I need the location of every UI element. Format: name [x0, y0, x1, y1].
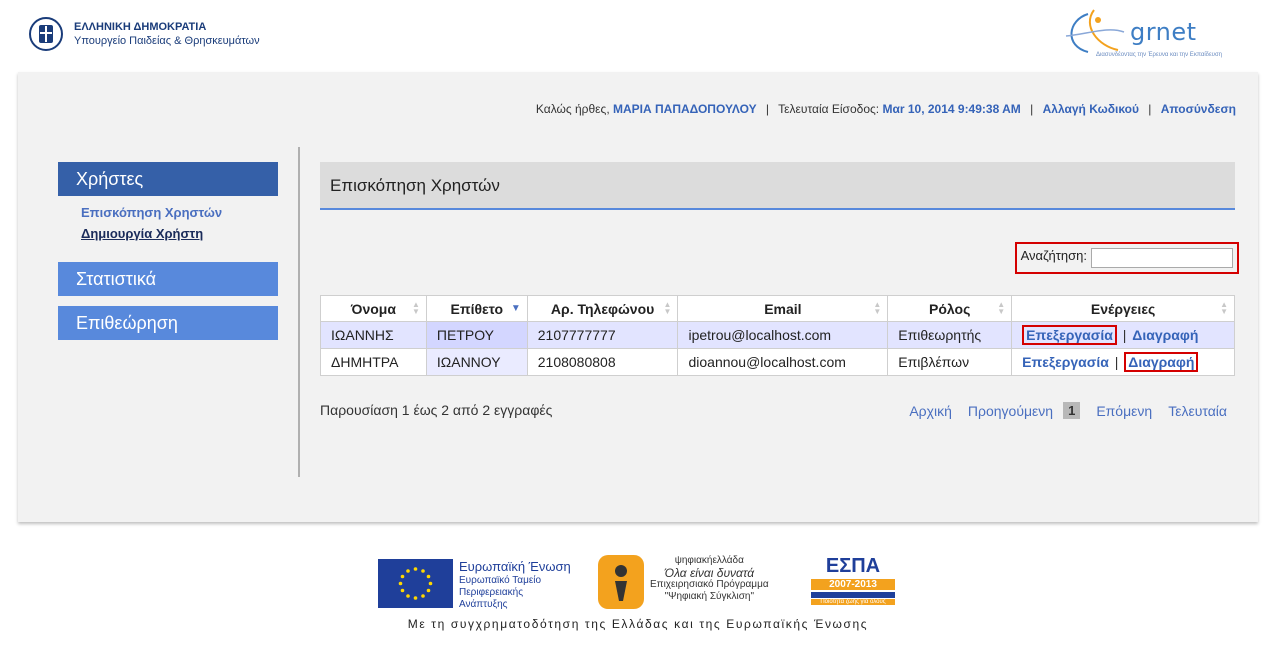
- sidebar-item-users-create[interactable]: Δημιουργία Χρήστη: [81, 223, 278, 244]
- column-header-email[interactable]: Email ▲ ▼: [677, 295, 889, 322]
- pagination-last[interactable]: Τελευταία: [1168, 403, 1227, 419]
- column-header-actions[interactable]: Ενέργειες ▲ ▼: [1011, 295, 1235, 322]
- digital-greece-program: Επιχειρησιακό Πρόγραμμα: [650, 579, 769, 590]
- page-title: Επισκόπηση Χρηστών: [320, 162, 1235, 210]
- grnet-tagline: Διασυνδέοντας την Έρευνα και την Εκπαίδε…: [1096, 52, 1223, 58]
- users-table: Όνομα ▲ ▼ Επίθετο ▼ Αρ. Τηλεφώνου ▲ ▼ Email ▲ ▼…: [320, 295, 1235, 376]
- funding-caption: Με τη συγχρηματοδότηση της Ελλάδας και τ…: [407, 617, 869, 631]
- column-header-phone[interactable]: Αρ. Τηλεφώνου ▲ ▼: [526, 295, 679, 322]
- eu-fund-line: Περιφερειακής: [459, 587, 524, 598]
- delete-link[interactable]: Διαγραφή: [1124, 352, 1199, 372]
- cell-first-name: ΔΗΜΗΤΡΑ: [320, 348, 427, 376]
- top-header: ΕΛΛΗΝΙΚΗ ΔΗΜΟΚΡΑΤΙΑ Υπουργείο Παιδείας &…: [0, 0, 1274, 72]
- cell-actions: Επεξεργασία | Διαγραφή: [1011, 321, 1235, 349]
- eu-logo: Ευρωπαϊκή Ένωση Ευρωπαϊκό Ταμείο Περιφερ…: [378, 559, 571, 611]
- search-label: Αναζήτηση:: [1020, 248, 1087, 263]
- pagination-previous[interactable]: Προηγούμενη: [968, 403, 1053, 419]
- separator: |: [1030, 102, 1034, 116]
- action-separator: |: [1114, 354, 1119, 370]
- grnet-wordmark: grnet: [1130, 18, 1197, 46]
- column-header-name[interactable]: Όνομα ▲ ▼: [320, 295, 427, 322]
- sidebar-item-users[interactable]: Χρήστες: [58, 162, 278, 196]
- funding-footer: Ευρωπαϊκή Ένωση Ευρωπαϊκό Ταμείο Περιφερ…: [378, 555, 898, 635]
- pagination-current-page[interactable]: 1: [1063, 402, 1081, 419]
- sidebar-submenu-users: Επισκόπηση Χρηστών Δημιουργία Χρήστη: [58, 196, 278, 252]
- cell-last-name: ΙΩΑΝΝΟΥ: [425, 348, 528, 376]
- digital-greece-icon: [598, 555, 644, 609]
- edit-link[interactable]: Επεξεργασία: [1022, 354, 1109, 370]
- eu-title: Ευρωπαϊκή Ένωση: [459, 559, 571, 574]
- cell-email: ipetrou@localhost.com: [677, 321, 889, 349]
- sidebar-item-users-overview[interactable]: Επισκόπηση Χρηστών: [81, 202, 278, 223]
- espa-years: 2007-2013: [811, 579, 895, 590]
- change-password-link[interactable]: Αλλαγή Κωδικού: [1043, 102, 1139, 116]
- cell-phone: 2108080808: [526, 348, 679, 376]
- pagination: Αρχική Προηγούμενη 1 Επόμενη Τελευταία: [893, 402, 1227, 419]
- digital-greece-program: "Ψηφιακή Σύγκλιση": [664, 591, 755, 602]
- eu-fund-line: Ανάπτυξης: [459, 599, 508, 610]
- cell-phone: 2107777777: [526, 321, 679, 349]
- separator: |: [765, 102, 770, 116]
- search-input[interactable]: [1091, 248, 1233, 268]
- user-name: ΜΑΡΙΑ ΠΑΠΑΔΟΠΟΥΛΟΥ: [613, 102, 757, 116]
- sort-icon: ▲ ▼: [663, 300, 672, 316]
- main-panel: Καλώς ήρθες, ΜΑΡΙΑ ΠΑΠΑΔΟΠΟΥΛΟΥ | Τελευτ…: [18, 72, 1258, 522]
- pagination-next[interactable]: Επόμενη: [1096, 403, 1152, 419]
- user-bar: Καλώς ήρθες, ΜΑΡΙΑ ΠΑΠΑΔΟΠΟΥΛΟΥ | Τελευτ…: [536, 102, 1236, 116]
- ministry-country: ΕΛΛΗΝΙΚΗ ΔΗΜΟΚΡΑΤΙΑ: [74, 21, 207, 33]
- column-header-surname[interactable]: Επίθετο ▼: [425, 295, 528, 322]
- cell-role: Επιθεωρητής: [887, 321, 1013, 349]
- table-row: ΙΩΑΝΝΗΣ ΠΕΤΡΟΥ 2107777777 ipetrou@localh…: [320, 321, 1235, 349]
- sort-icon: ▲ ▼: [997, 300, 1006, 316]
- greek-emblem-icon: [29, 17, 63, 51]
- sort-icon: ▲ ▼: [873, 300, 882, 316]
- delete-link[interactable]: Διαγραφή: [1132, 327, 1198, 343]
- eu-flag-icon: [378, 559, 453, 608]
- vertical-divider: [298, 147, 300, 477]
- cell-email: dioannou@localhost.com: [677, 348, 889, 376]
- sort-icon: ▲ ▼: [1220, 300, 1228, 316]
- cell-first-name: ΙΩΑΝΝΗΣ: [320, 321, 427, 349]
- ministry-logo: ΕΛΛΗΝΙΚΗ ΔΗΜΟΚΡΑΤΙΑ Υπουργείο Παιδείας &…: [28, 16, 260, 52]
- ministry-name: Υπουργείο Παιδείας & Θρησκευμάτων: [74, 35, 260, 47]
- table-info: Παρουσίαση 1 έως 2 από 2 εγγραφές: [320, 402, 553, 418]
- sidebar: Χρήστες Επισκόπηση Χρηστών Δημιουργία Χρ…: [58, 162, 278, 340]
- cell-last-name: ΠΕΤΡΟΥ: [425, 321, 528, 349]
- sort-icon: ▲ ▼: [411, 300, 420, 316]
- digital-greece-slogan: Όλα είναι δυνατά: [664, 566, 755, 580]
- action-separator: |: [1122, 327, 1127, 343]
- cell-role: Επιβλέπων: [887, 348, 1013, 376]
- espa-logo: ΕΣΠΑ 2007-2013 Ποιότητα ζωής για όλους: [811, 555, 895, 609]
- table-header-row: Όνομα ▲ ▼ Επίθετο ▼ Αρ. Τηλεφώνου ▲ ▼ Email ▲ ▼…: [320, 295, 1235, 322]
- welcome-text: Καλώς ήρθες,: [535, 102, 610, 116]
- last-login-label: Τελευταία Είσοδος:: [778, 102, 880, 116]
- search-box: Αναζήτηση:: [1014, 242, 1239, 274]
- espa-slogan: Ποιότητα ζωής για όλους: [811, 599, 895, 605]
- digital-greece-logo: ψηφιακήελλάδα Όλα είναι δυνατά Επιχειρησ…: [598, 555, 769, 609]
- sidebar-item-inspection[interactable]: Επιθεώρηση: [58, 306, 278, 340]
- sidebar-item-statistics[interactable]: Στατιστικά: [58, 262, 278, 296]
- grnet-logo: grnet Διασυνδέοντας την Έρευνα και την Ε…: [1058, 6, 1253, 66]
- edit-link[interactable]: Επεξεργασία: [1022, 325, 1117, 345]
- table-row: ΔΗΜΗΤΡΑ ΙΩΑΝΝΟΥ 2108080808 dioannou@loca…: [320, 348, 1235, 376]
- separator: |: [1148, 102, 1152, 116]
- last-login-value: Μαr 10, 2014 9:49:38 AM: [882, 102, 1021, 116]
- content-area: Επισκόπηση Χρηστών Αναζήτηση: Όνομα ▲ ▼ Επ…: [320, 162, 1239, 419]
- eu-fund-line: Ευρωπαϊκό Ταμείο: [459, 575, 542, 586]
- pagination-first[interactable]: Αρχική: [909, 403, 952, 419]
- logout-link[interactable]: Αποσύνδεση: [1161, 102, 1236, 116]
- sort-desc-icon: ▼: [510, 303, 521, 314]
- espa-wordmark: ΕΣΠΑ: [825, 555, 881, 577]
- espa-flag-strip: [811, 592, 895, 598]
- column-header-role[interactable]: Ρόλος ▲ ▼: [887, 295, 1013, 322]
- cell-actions: Επεξεργασία | Διαγραφή: [1011, 348, 1235, 376]
